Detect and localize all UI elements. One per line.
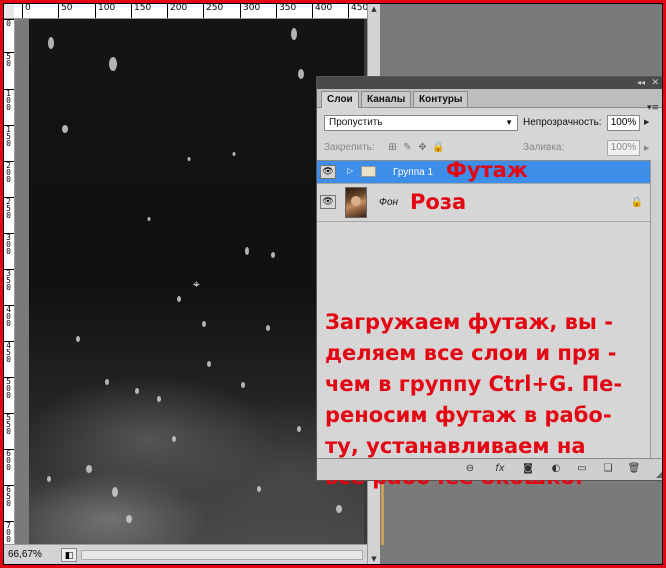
ruler-tick: 0 <box>22 3 31 18</box>
instruction-line: Загружаем футаж, вы - <box>325 310 613 334</box>
ruler-tick: 6 5 0 <box>3 485 14 508</box>
opacity-label: Непрозрачность: <box>523 117 602 128</box>
instruction-line: реносим футаж в рабо- <box>325 403 612 427</box>
status-bar: 66,67% ◧ <box>3 544 367 565</box>
ruler-tick: 250 <box>203 3 223 18</box>
ruler-tick: 7 0 0 <box>3 521 14 544</box>
panel-menu-icon[interactable]: ▾≡ <box>647 103 659 113</box>
eye-icon[interactable]: 👁 <box>320 165 336 179</box>
scroll-up-icon[interactable]: ▲ <box>368 3 380 15</box>
layer-thumbnail <box>345 187 367 218</box>
ruler-tick: 450 <box>348 3 367 18</box>
horizontal-ruler: 0 50 100 150 200 250 300 350 400 450 <box>14 3 367 19</box>
fill-input[interactable]: 100% <box>607 140 640 156</box>
opacity-input[interactable]: 100% <box>607 115 640 131</box>
trash-icon[interactable]: 🗑 <box>627 462 641 476</box>
ruler-tick: 1 5 0 <box>3 125 14 148</box>
annotation-group-label: Футаж <box>446 158 528 182</box>
lock-pixels-icon[interactable]: ✎ <box>402 142 413 153</box>
fx-icon[interactable]: fx <box>493 462 507 476</box>
ruler-tick: 400 <box>312 3 332 18</box>
horizontal-scrollbar[interactable] <box>81 550 363 560</box>
layer-row-background[interactable]: 👁 Фон Роза 🔒 <box>317 185 651 222</box>
ruler-tick: 1 0 0 <box>3 89 14 112</box>
layers-panel: ◂◂ ✕ Слои Каналы Контуры ▾≡ Пропустить ▼… <box>316 76 663 489</box>
scroll-down-icon[interactable]: ▼ <box>368 553 380 565</box>
layer-name[interactable]: Группа 1 <box>393 167 433 178</box>
chevron-down-icon: ▼ <box>505 118 513 127</box>
annotation-background-label: Роза <box>410 190 467 214</box>
panel-footer: ⊖ fx ◙ ◐ ▭ ❏ 🗑 ◢ <box>317 458 663 480</box>
ruler-tick: 5 0 <box>3 52 14 68</box>
blend-mode-select[interactable]: Пропустить ▼ <box>324 115 518 131</box>
ruler-tick: 50 <box>58 3 72 18</box>
panel-scrollbar[interactable] <box>650 160 663 460</box>
ruler-tick: 6 0 0 <box>3 449 14 472</box>
ruler-tick: 200 <box>167 3 187 18</box>
link-icon[interactable]: ⊖ <box>463 462 477 476</box>
expand-triangle-icon[interactable]: ▷ <box>347 166 353 175</box>
resize-grip-icon[interactable]: ◢ <box>656 470 662 479</box>
opacity-arrow-icon[interactable]: ▶ <box>644 118 649 126</box>
ruler-tick: 150 <box>131 3 151 18</box>
new-layer-icon[interactable]: ❏ <box>601 462 615 476</box>
document-canvas[interactable]: ⌖ <box>29 19 364 544</box>
ruler-tick: 350 <box>276 3 296 18</box>
collapse-panel-icon[interactable]: ◂◂ <box>637 77 645 89</box>
ruler-tick: 5 5 0 <box>3 413 14 436</box>
eye-icon[interactable]: 👁 <box>320 195 336 209</box>
fill-arrow-icon[interactable]: ▶ <box>644 144 649 152</box>
instruction-line: деляем все слои и пря - <box>325 341 617 365</box>
photoshop-screenshot: 0 50 100 150 200 250 300 350 400 450 0 5… <box>3 3 663 565</box>
fill-label: Заливка: <box>523 142 565 153</box>
instruction-line: чем в группу Ctrl+G. Пе- <box>325 372 623 396</box>
ruler-tick: 0 <box>3 19 14 28</box>
folder-icon <box>361 166 376 177</box>
ruler-tick: 100 <box>95 3 115 18</box>
layer-name[interactable]: Фон <box>379 197 398 208</box>
ruler-tick: 2 5 0 <box>3 197 14 220</box>
crosshair-cursor-icon: ⌖ <box>193 277 200 291</box>
adjustment-icon[interactable]: ◐ <box>549 462 563 476</box>
blend-mode-value: Пропустить <box>329 117 383 128</box>
mask-icon[interactable]: ◙ <box>521 462 535 476</box>
tab-paths[interactable]: Контуры <box>413 91 469 107</box>
lock-icon: 🔒 <box>630 197 643 208</box>
ruler-tick: 3 0 0 <box>3 233 14 256</box>
close-panel-icon[interactable]: ✕ <box>651 77 659 89</box>
lock-label: Закрепить: <box>324 142 375 153</box>
lock-all-icon[interactable]: 🔒 <box>432 142 444 153</box>
ruler-tick: 3 5 0 <box>3 269 14 292</box>
document-info-icon[interactable]: ◧ <box>61 548 77 562</box>
layer-row-group1[interactable]: 👁 ▷ Группа 1 Футаж <box>317 158 651 184</box>
layer-list: 👁 ▷ Группа 1 Футаж 👁 Фон Роза 🔒 Загружае… <box>317 158 651 489</box>
ruler-tick: 300 <box>240 3 260 18</box>
ruler-tick: 4 0 0 <box>3 305 14 328</box>
panel-tabs: Слои Каналы Контуры ▾≡ <box>317 89 663 113</box>
lock-row: Закрепить: ⊞ ✎ ✥ 🔒 Заливка: 100% ▶ <box>324 140 663 157</box>
tab-channels[interactable]: Каналы <box>361 91 412 107</box>
vertical-ruler: 0 5 0 1 0 0 1 5 0 2 0 0 2 5 0 3 0 0 3 5 … <box>3 19 15 544</box>
panel-titlebar: ◂◂ ✕ <box>317 77 663 89</box>
ruler-tick: 4 5 0 <box>3 341 14 364</box>
ruler-tick: 2 0 0 <box>3 161 14 184</box>
zoom-level[interactable]: 66,67% <box>6 548 60 562</box>
lock-transparency-icon[interactable]: ⊞ <box>387 142 398 153</box>
new-group-icon[interactable]: ▭ <box>575 462 589 476</box>
lock-position-icon[interactable]: ✥ <box>417 142 428 153</box>
ruler-tick: 5 0 0 <box>3 377 14 400</box>
tab-layers[interactable]: Слои <box>321 91 359 108</box>
